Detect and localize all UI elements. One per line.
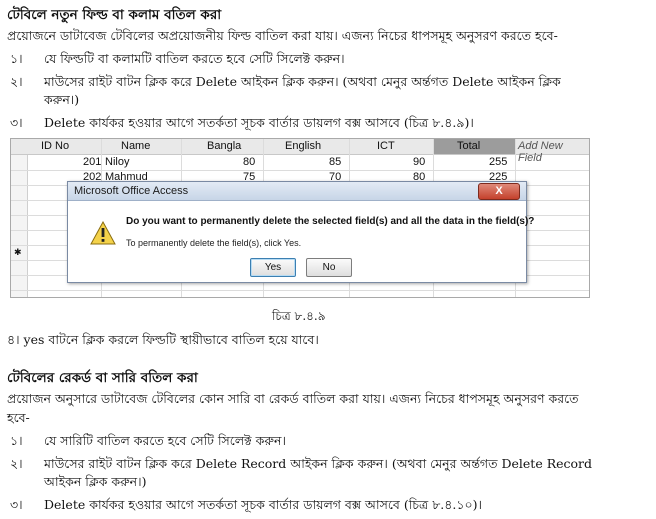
figure-caption: চিত্র ৮.৪.৯ <box>272 309 326 323</box>
column-header-ict[interactable]: ICT <box>377 140 395 152</box>
step-text: মাউসের রাইট বাটন ক্লিক করে Delete আইকন ক… <box>44 74 561 89</box>
step-number: ১। <box>10 433 23 448</box>
column-header-id[interactable]: ID No <box>41 140 69 152</box>
delete-confirm-dialog: Microsoft Office Access X Do you want to… <box>67 181 534 283</box>
section2-intro-cont: হবে- <box>7 410 30 425</box>
column-header-total[interactable]: Total <box>457 140 480 152</box>
cell-english[interactable]: 85 <box>329 156 341 168</box>
yes-button[interactable]: Yes <box>250 258 296 277</box>
dialog-titlebar[interactable]: Microsoft Office Access X <box>68 182 526 201</box>
step-text: Delete কার্যকর হওয়ার আগে সতর্কতা সূচক ব… <box>44 497 482 512</box>
step-text-continued: আইকন ক্লিক করুন।) <box>44 474 147 489</box>
step-text: যে ফিল্ডটি বা কলামটি বাতিল করতে হবে সেটি… <box>44 51 345 66</box>
step-number: ২। <box>10 74 23 89</box>
section2-intro: প্রয়োজন অনুসারে ডাটাবেজ টেবিলের কোন সার… <box>7 391 579 406</box>
dialog-title: Microsoft Office Access <box>74 185 189 197</box>
dialog-message: Do you want to permanently delete the se… <box>126 216 535 227</box>
access-datasheet-screenshot: ID No Name Bangla English ICT Total Add … <box>10 138 590 298</box>
step-text: যে সারিটি বাতিল করতে হবে সেটি সিলেক্ট কর… <box>44 433 286 448</box>
no-button[interactable]: No <box>306 258 352 277</box>
close-button[interactable]: X <box>478 183 520 200</box>
dialog-submessage: To permanently delete the field(s), clic… <box>126 238 302 248</box>
column-header-english[interactable]: English <box>285 140 321 152</box>
cell-ict[interactable]: 90 <box>413 156 425 168</box>
section1-intro: প্রয়োজনে ডাটাবেজ টেবিলের অপ্রয়োজনীয় ফ… <box>7 28 558 43</box>
step-number: ৩। <box>10 497 23 512</box>
column-header-name[interactable]: Name <box>121 140 150 152</box>
new-record-icon: ✱ <box>14 247 22 257</box>
section1-step-4: ৪। yes বাটনে ক্লিক করলে ফিল্ডটি স্থায়ীভ… <box>7 332 319 347</box>
dialog-body: Do you want to permanently delete the se… <box>68 201 534 282</box>
step-number: ২। <box>10 456 23 471</box>
cell-id[interactable]: 201 <box>83 156 101 168</box>
table-header-row: ID No Name Bangla English ICT Total Add … <box>11 139 589 164</box>
cell-bangla[interactable]: 80 <box>243 156 255 168</box>
step-text: Delete কার্যকর হওয়ার আগে সতর্কতা সূচক ব… <box>44 115 474 130</box>
step-text: মাউসের রাইট বাটন ক্লিক করে Delete Record… <box>44 456 593 471</box>
step-number: ৩। <box>10 115 23 130</box>
warning-icon <box>90 221 116 245</box>
column-header-bangla[interactable]: Bangla <box>207 140 241 152</box>
cell-name[interactable]: Niloy <box>105 156 129 168</box>
section2-heading: টেবিলের রেকর্ড বা সারি বতিল করা <box>7 370 198 386</box>
step-number: ১। <box>10 51 23 66</box>
section1-heading: টেবিলে নতুন ফিল্ড বা কলাম বতিল করা <box>7 7 222 23</box>
step-text-continued: করুন।) <box>44 92 80 107</box>
table-row[interactable]: 201 Niloy 80 85 90 255 <box>11 155 589 171</box>
cell-total[interactable]: 255 <box>489 156 507 168</box>
